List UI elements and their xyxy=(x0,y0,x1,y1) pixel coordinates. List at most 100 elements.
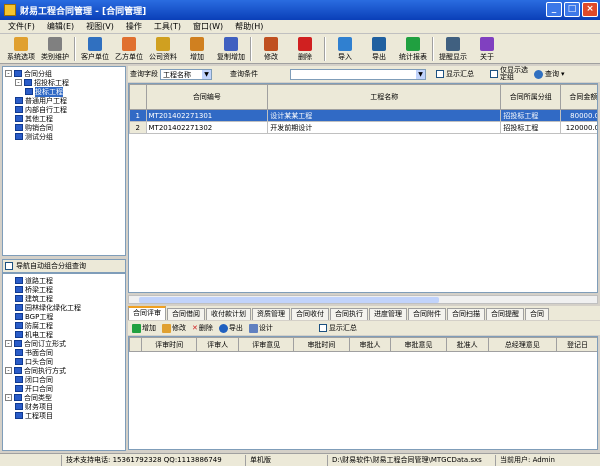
tree-node[interactable]: - 招投标工程 xyxy=(5,78,123,87)
col-header-project-name[interactable]: 工程名称 xyxy=(267,84,502,110)
menu-item[interactable]: 编辑(E) xyxy=(47,21,74,32)
toolbar-button[interactable]: 导入 xyxy=(328,34,362,63)
query-cond-select[interactable]: ▼ xyxy=(290,68,426,80)
tree-node[interactable]: 购销合同 xyxy=(5,123,123,132)
collapse-icon[interactable]: - xyxy=(5,394,12,401)
toolbar-button[interactable]: 公司资料 xyxy=(146,34,180,63)
toolbar-button[interactable]: 提醒显示 xyxy=(436,34,470,63)
maximize-button[interactable]: □ xyxy=(564,2,580,17)
col-header-contract-no[interactable]: 合同编号 xyxy=(145,84,269,110)
tree-node[interactable]: BGP工程 xyxy=(5,312,123,321)
toolbar-button[interactable]: 导出 xyxy=(362,34,396,63)
tree-node[interactable]: 工程项目 xyxy=(5,411,123,420)
tree-node[interactable]: 内部自行工程 xyxy=(5,105,123,114)
toolbar-button[interactable]: 乙方单位 xyxy=(112,34,146,63)
detail-summary-checkbox[interactable]: 显示汇总 xyxy=(318,323,357,333)
menu-item[interactable]: 操作 xyxy=(126,21,142,32)
query-bar: 查询字段 工程名称 ▼ 查询条件 ▼ 显示汇总 仅显示选 定组 查询 ▾ xyxy=(128,66,600,82)
toolbar-button[interactable]: 增加 xyxy=(180,34,214,63)
toolbar-button[interactable]: 复制增加 xyxy=(214,34,248,63)
auto-group-checkbox[interactable] xyxy=(5,262,13,270)
collapse-icon[interactable]: - xyxy=(5,367,12,374)
tree-node[interactable]: 园林绿化绿化工程 xyxy=(5,303,123,312)
minimize-button[interactable]: _ xyxy=(546,2,562,17)
toolbar-button[interactable]: 修改 xyxy=(254,34,288,63)
tab[interactable]: 合同扫描 xyxy=(447,308,485,320)
tree-node[interactable]: - 合同类型 xyxy=(5,393,123,402)
horizontal-scrollbar[interactable] xyxy=(128,295,598,304)
table-row[interactable]: 1MT201402271301设计某某工程招投标工程80000.001 xyxy=(129,109,597,122)
menu-item[interactable]: 帮助(H) xyxy=(235,21,263,32)
query-button[interactable]: 查询 ▾ xyxy=(534,69,565,79)
tree-node[interactable]: 闭口合同 xyxy=(5,375,123,384)
col-header[interactable]: 评审意见 xyxy=(238,337,295,352)
tree-node[interactable]: 桥梁工程 xyxy=(5,285,123,294)
scroll-thumb[interactable] xyxy=(139,297,439,303)
tab[interactable]: 合同执行 xyxy=(330,308,368,320)
toolbar-button[interactable]: 客户单位 xyxy=(78,34,112,63)
empty-cell xyxy=(561,134,597,146)
tree-node[interactable]: 开口合同 xyxy=(5,384,123,393)
table-row[interactable]: 2MT201402271302开发前期设计招投标工程120000.001 xyxy=(129,121,597,134)
tree-node[interactable]: 道路工程 xyxy=(5,276,123,285)
tree-node[interactable]: 防腐工程 xyxy=(5,321,123,330)
col-header[interactable]: 评审时间 xyxy=(140,337,198,352)
close-button[interactable]: × xyxy=(582,2,598,17)
tab[interactable]: 收付款计划 xyxy=(206,308,251,320)
tab[interactable]: 进度管理 xyxy=(369,308,407,320)
tree-node[interactable]: 财务项目 xyxy=(5,402,123,411)
collapse-icon[interactable]: - xyxy=(5,340,12,347)
tab[interactable]: 合同 xyxy=(525,308,549,320)
detail-edit-button[interactable]: 修改 xyxy=(162,323,186,333)
empty-row xyxy=(130,158,598,170)
collapse-icon[interactable]: - xyxy=(5,70,12,77)
empty-cell xyxy=(501,230,561,242)
toolbar-button[interactable]: 系统选项 xyxy=(4,34,38,63)
show-summary-checkbox[interactable]: 显示汇总 xyxy=(436,69,474,79)
menu-item[interactable]: 视图(V) xyxy=(86,21,114,32)
detail-delete-button[interactable]: ✕ 删除 xyxy=(192,323,213,333)
tab[interactable]: 资质管理 xyxy=(252,308,290,320)
detail-design-button[interactable]: 设计 xyxy=(248,323,273,333)
toolbar-button[interactable]: 统计报表 xyxy=(396,34,430,63)
tree-node[interactable]: 其他工程 xyxy=(5,114,123,123)
query-field-select[interactable]: 工程名称 ▼ xyxy=(160,68,212,80)
empty-cell xyxy=(268,218,501,230)
detail-export-button[interactable]: 导出 xyxy=(218,323,243,333)
col-header[interactable]: 审批意见 xyxy=(390,337,447,352)
col-header[interactable]: 登记日 xyxy=(556,337,597,352)
tab[interactable]: 合同附件 xyxy=(408,308,446,320)
tree-node[interactable]: - 合同执行方式 xyxy=(5,366,123,375)
tab[interactable]: 合同借阅 xyxy=(167,308,205,320)
menu-item[interactable]: 工具(T) xyxy=(154,21,181,32)
detail-delete-label: 删除 xyxy=(198,324,213,332)
collapse-icon[interactable]: - xyxy=(15,79,22,86)
tab[interactable]: 合同提醒 xyxy=(486,308,524,320)
nav-auto-group-header[interactable]: 导航自动组合分组查询 xyxy=(2,259,126,273)
tree-node[interactable]: 测试分组 xyxy=(5,132,123,141)
col-header-group[interactable]: 合同所属分组 xyxy=(500,84,562,110)
col-header[interactable]: 总经理意见 xyxy=(487,337,558,352)
empty-cell xyxy=(501,218,561,230)
folder-icon xyxy=(15,412,23,419)
toolbar-button[interactable]: 关于 xyxy=(470,34,504,63)
toolbar-button[interactable]: 删除 xyxy=(288,34,322,63)
folder-icon xyxy=(15,349,23,356)
toolbar-button[interactable]: 类别维护 xyxy=(38,34,72,63)
tree-node[interactable]: - 合同订立形式 xyxy=(5,339,123,348)
detail-add-button[interactable]: 增加 xyxy=(132,323,156,333)
toolbar-button-label: 客户单位 xyxy=(81,53,109,61)
detail-add-label: 增加 xyxy=(142,324,156,332)
only-show-group-checkbox[interactable]: 仅显示选 定组 xyxy=(490,67,528,81)
col-header[interactable]: 评审人 xyxy=(196,337,240,352)
col-header-amount[interactable]: 合同金额 xyxy=(560,84,597,110)
menu-item[interactable]: 文件(F) xyxy=(8,21,35,32)
tree-node[interactable]: 书面合同 xyxy=(5,348,123,357)
col-header[interactable]: 审批时间 xyxy=(293,337,350,352)
col-header[interactable]: 审批人 xyxy=(348,337,392,352)
col-header[interactable]: 批准人 xyxy=(445,337,489,352)
tab[interactable]: 合同评审 xyxy=(128,306,166,320)
tab[interactable]: 合同收付 xyxy=(291,308,329,320)
menu-item[interactable]: 窗口(W) xyxy=(193,21,223,32)
empty-cell xyxy=(146,158,268,170)
